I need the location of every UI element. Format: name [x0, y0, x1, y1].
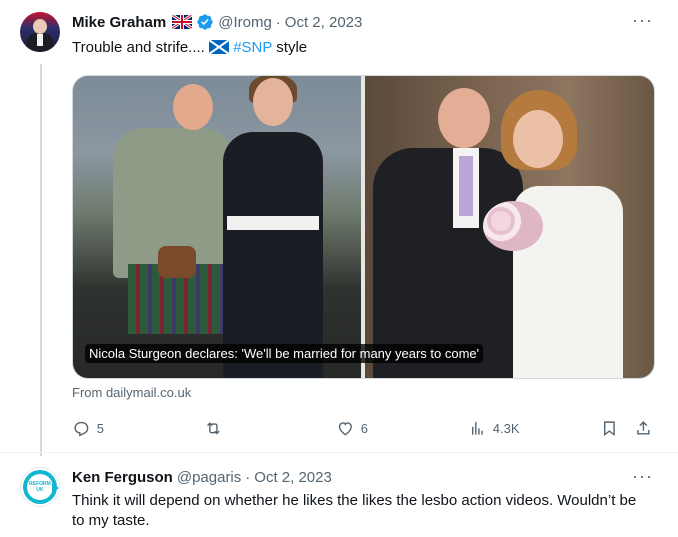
share-button[interactable]	[634, 418, 653, 438]
avatar-mike-graham[interactable]	[20, 12, 60, 52]
avatar-ken-ferguson[interactable]: REFORM UK	[20, 467, 60, 507]
tweet-text-start: Trouble and strife....	[72, 39, 210, 56]
tweet-date[interactable]: Oct 2, 2023	[254, 469, 332, 486]
more-options-icon[interactable]: ···	[632, 467, 652, 490]
tweet-separator	[0, 452, 678, 453]
bookmark-button[interactable]	[600, 418, 619, 438]
share-icon	[637, 420, 650, 435]
heart-icon	[338, 421, 352, 436]
views-bar-chart-icon	[471, 421, 483, 435]
thread-connector-line	[40, 64, 42, 456]
link-source[interactable]: From dailymail.co.uk	[72, 385, 191, 400]
separator-dot: ·	[245, 468, 251, 486]
author-handle[interactable]: @Iromg	[218, 14, 272, 31]
views-button[interactable]: 4.3K	[468, 418, 520, 438]
separator-dot: ·	[275, 13, 281, 31]
tweet1-actions: 5 6 4.3K	[72, 418, 658, 438]
verified-badge-icon	[197, 14, 213, 30]
photo-left	[73, 76, 361, 378]
retweet-icon	[207, 421, 220, 435]
bookmark-icon	[603, 421, 615, 436]
like-count: 6	[360, 420, 368, 436]
views-count: 4.3K	[492, 420, 520, 436]
tweet1-header: Mike Graham @Iromg · Oct 2, 2023	[72, 12, 362, 32]
uk-flag-icon	[172, 15, 193, 29]
author-name[interactable]: Ken Ferguson	[72, 469, 173, 486]
reply-count: 5	[96, 420, 104, 436]
like-button[interactable]: 6	[336, 418, 368, 438]
tweet1-text: Trouble and strife.... #SNP style	[72, 38, 307, 58]
scotland-flag-icon	[209, 40, 230, 54]
tweet2-text: Think it will depend on whether he likes…	[72, 492, 637, 529]
retweet-button[interactable]	[204, 418, 229, 438]
link-card-image[interactable]: Nicola Sturgeon declares: 'We'll be marr…	[72, 75, 655, 379]
hashtag-link[interactable]: #SNP	[233, 39, 272, 56]
link-card-caption: Nicola Sturgeon declares: 'We'll be marr…	[85, 344, 484, 363]
reform-uk-logo: REFORM UK	[29, 481, 51, 493]
author-name[interactable]: Mike Graham	[72, 14, 166, 31]
more-options-icon[interactable]: ···	[632, 11, 652, 34]
tweet-date[interactable]: Oct 2, 2023	[285, 14, 363, 31]
tweet-text-end: style	[272, 39, 308, 56]
reply-button[interactable]: 5	[72, 418, 104, 438]
reply-icon	[74, 421, 89, 437]
author-handle[interactable]: @pagaris	[177, 469, 241, 486]
tweet2-header: Ken Ferguson @pagaris · Oct 2, 2023	[72, 467, 332, 487]
